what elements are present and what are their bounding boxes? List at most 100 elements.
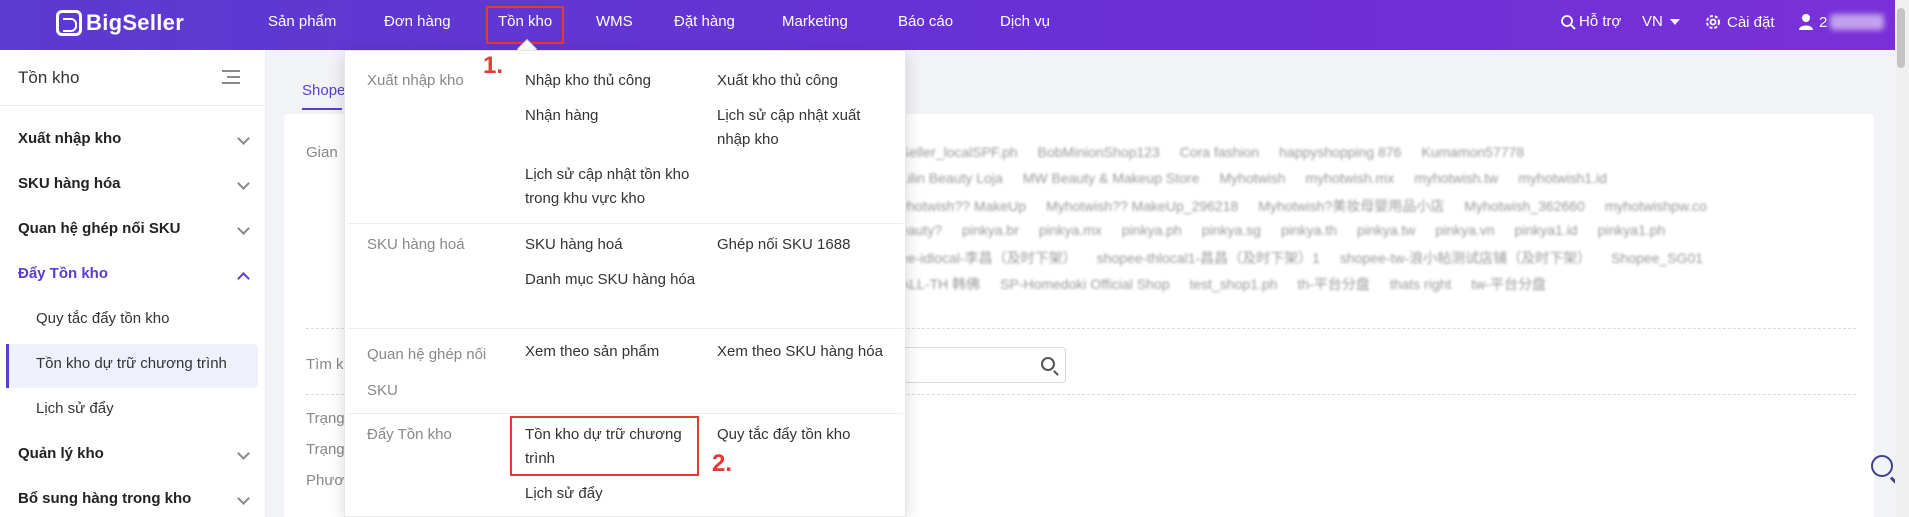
menu-item-manual-stock-in[interactable]: Nhập kho thủ công (525, 69, 705, 93)
chevron-down-icon (237, 447, 250, 460)
shop-option[interactable]: Kumamon57778 (1421, 144, 1524, 160)
nav-reports[interactable]: Báo cáo (898, 13, 953, 30)
shop-option[interactable]: Lilin Beauty Loja (900, 170, 1003, 186)
sidebar-group-restock[interactable]: Bổ sung hàng trong kho (18, 490, 250, 507)
menu-item-push-history[interactable]: Lịch sử đẩy (525, 482, 705, 506)
shop-option[interactable]: tw-平台分盘 (1471, 274, 1546, 294)
shop-option[interactable]: Myhotwish (1219, 170, 1285, 186)
shop-option[interactable]: yhotwish?? MakeUp (900, 198, 1026, 214)
shop-option[interactable]: MW Beauty & Makeup Store (1023, 170, 1200, 186)
status-label: Trạng (306, 410, 345, 427)
search-icon[interactable] (1041, 357, 1055, 371)
shop-option[interactable]: pinkya1.ph (1598, 222, 1666, 238)
menu-item-receive-goods[interactable]: Nhận hàng (525, 104, 705, 128)
nav-purchase[interactable]: Đặt hàng (674, 13, 735, 30)
shop-option[interactable]: pinkya.mx (1039, 222, 1102, 238)
nav-products[interactable]: Sản phẩm (268, 13, 336, 30)
shop-option[interactable]: BobMinionShop123 (1038, 144, 1160, 160)
shop-option[interactable]: shopee-tw-浪小帖测试店铺（及时下架） (1340, 248, 1591, 268)
menu-item-sku-1688[interactable]: Ghép nối SKU 1688 (717, 233, 897, 257)
scrollbar-thumb[interactable] (1897, 8, 1905, 68)
shop-option[interactable]: myhotwish.mx (1306, 170, 1395, 186)
shop-row: Lilin Beauty Loja MW Beauty & Makeup Stor… (900, 170, 1840, 196)
shop-option[interactable]: pinkya1.id (1515, 222, 1578, 238)
shop-option[interactable]: pinkya.br (962, 222, 1019, 238)
nav-inventory[interactable]: Tồn kho (486, 6, 565, 44)
method-label: Phươ (306, 472, 345, 489)
top-navigation-bar: BigSeller Sản phẩm Đơn hàng Tồn kho WMS … (0, 0, 1909, 50)
shop-row: yhotwish?? MakeUp Myhotwish?? MakeUp_2962… (900, 196, 1840, 222)
menu-item-push-rules[interactable]: Quy tắc đẩy tồn kho (717, 423, 897, 447)
shop-option[interactable]: test_shop1.ph (1190, 276, 1278, 292)
caret-down-icon (1669, 18, 1680, 25)
shop-option[interactable]: pinkya.th (1281, 222, 1337, 238)
menu-item-stock-io-history[interactable]: Lịch sử cập nhật xuất nhập kho (717, 104, 897, 152)
sidebar-group-label: SKU hàng hóa (18, 175, 121, 192)
collapse-sidebar-icon[interactable] (222, 70, 240, 84)
shop-option[interactable]: ee-idlocal-李昌（及时下架） (900, 248, 1077, 268)
language-selector[interactable]: VN (1642, 13, 1681, 30)
shop-option[interactable]: th-平台分盘 (1297, 274, 1369, 294)
shop-option[interactable]: Cora fashion (1180, 144, 1259, 160)
nav-wms[interactable]: WMS (596, 13, 633, 30)
menu-item-sku-catalog[interactable]: Danh mục SKU hàng hóa (525, 268, 705, 292)
dropdown-group-label: Quan hệ ghép nối SKU (367, 346, 487, 399)
shop-option[interactable]: pinkya.ph (1122, 222, 1182, 238)
step-2-annotation: 2. (712, 450, 733, 477)
shop-option[interactable]: pinkya.vn (1435, 222, 1494, 238)
menu-item-view-by-product[interactable]: Xem theo sản phẩm (525, 340, 705, 364)
shop-option[interactable]: pinkya.sg (1202, 222, 1261, 238)
shop-row: eauty? pinkya.br pinkya.mx pinkya.ph pinkya.… (900, 222, 1840, 248)
menu-item-view-by-sku[interactable]: Xem theo SKU hàng hóa (717, 340, 897, 364)
user-name: 2 (1819, 13, 1828, 31)
tab-shopee[interactable]: Shope (302, 82, 345, 99)
menu-item-sku[interactable]: SKU hàng hoá (525, 233, 705, 257)
chevron-up-icon (237, 272, 250, 285)
shop-option[interactable]: myhotwish.tw (1414, 170, 1498, 186)
nav-marketing[interactable]: Marketing (782, 13, 848, 30)
shop-option[interactable]: SP-Homedoki Official Shop (1000, 276, 1169, 292)
sidebar-group-sku[interactable]: SKU hàng hóa (18, 175, 250, 192)
menu-item-manual-stock-out[interactable]: Xuất kho thủ công (717, 69, 897, 93)
floating-search-icon[interactable] (1871, 455, 1893, 477)
shop-option[interactable]: myhotwishpw.co (1605, 198, 1707, 214)
sidebar-group-stock-in-out[interactable]: Xuất nhập kho (18, 130, 250, 147)
shop-list: Seller_localSPF.ph BobMinionShop123 Cora f… (900, 144, 1840, 300)
highlight-box (510, 416, 699, 476)
scrollbar-track[interactable] (1895, 0, 1909, 517)
sidebar-group-push-stock[interactable]: Đẩy Tồn kho (18, 265, 250, 285)
shop-option[interactable]: Seller_localSPF.ph (900, 144, 1018, 160)
sidebar-group-sku-mapping[interactable]: Quan hệ ghép nối SKU (18, 220, 250, 237)
dropdown-group-label: SKU hàng hoá (367, 236, 465, 253)
sidebar-item-push-history[interactable]: Lịch sử đẩy (36, 400, 114, 417)
shop-row: ee-idlocal-李昌（及时下架） shopee-thlocal1-昌昌（及时… (900, 248, 1840, 274)
chevron-down-icon (237, 132, 250, 145)
settings-link[interactable]: Cài đặt (1704, 13, 1775, 31)
shop-option[interactable]: Myhotwish?美妆母婴用品小店 (1258, 196, 1444, 216)
logo[interactable]: BigSeller (56, 10, 184, 36)
dropdown-separator (347, 328, 903, 329)
chevron-down-icon (237, 492, 250, 505)
shop-option[interactable]: ALL-TH 韩佛 (900, 274, 980, 294)
shop-option[interactable]: myhotwish1.id (1518, 170, 1607, 186)
user-menu[interactable]: 2 (1798, 13, 1885, 31)
shop-option[interactable]: thats right (1390, 276, 1451, 292)
shop-option[interactable]: Myhotwish_362660 (1464, 198, 1585, 214)
shop-option[interactable]: Shopee_SG01 (1611, 250, 1703, 266)
sidebar-active-indicator (6, 344, 9, 388)
shop-option[interactable]: happyshopping 876 (1279, 144, 1401, 160)
sidebar-group-warehouse[interactable]: Quản lý kho (18, 445, 250, 462)
shop-row: Seller_localSPF.ph BobMinionShop123 Cora f… (900, 144, 1840, 170)
search-input[interactable] (880, 347, 1066, 383)
nav-services[interactable]: Dịch vụ (1000, 13, 1050, 30)
shop-option[interactable]: pinkya.tw (1357, 222, 1415, 238)
language-label: VN (1642, 13, 1663, 30)
menu-item-zone-stock-history[interactable]: Lịch sử cập nhật tồn kho trong khu vực k… (525, 163, 705, 211)
shop-option[interactable]: shopee-thlocal1-昌昌（及时下架）1 (1097, 248, 1320, 268)
shop-option[interactable]: Myhotwish?? MakeUp_296218 (1046, 198, 1238, 214)
nav-orders[interactable]: Đơn hàng (384, 13, 451, 30)
help-link[interactable]: Hỗ trợ (1560, 13, 1621, 30)
sidebar-item-promo-reserved-stock[interactable]: Tồn kho dự trữ chương trình (36, 355, 227, 372)
sidebar-item-push-rules[interactable]: Quy tắc đẩy tồn kho (36, 310, 169, 327)
shop-option[interactable]: eauty? (900, 222, 942, 238)
